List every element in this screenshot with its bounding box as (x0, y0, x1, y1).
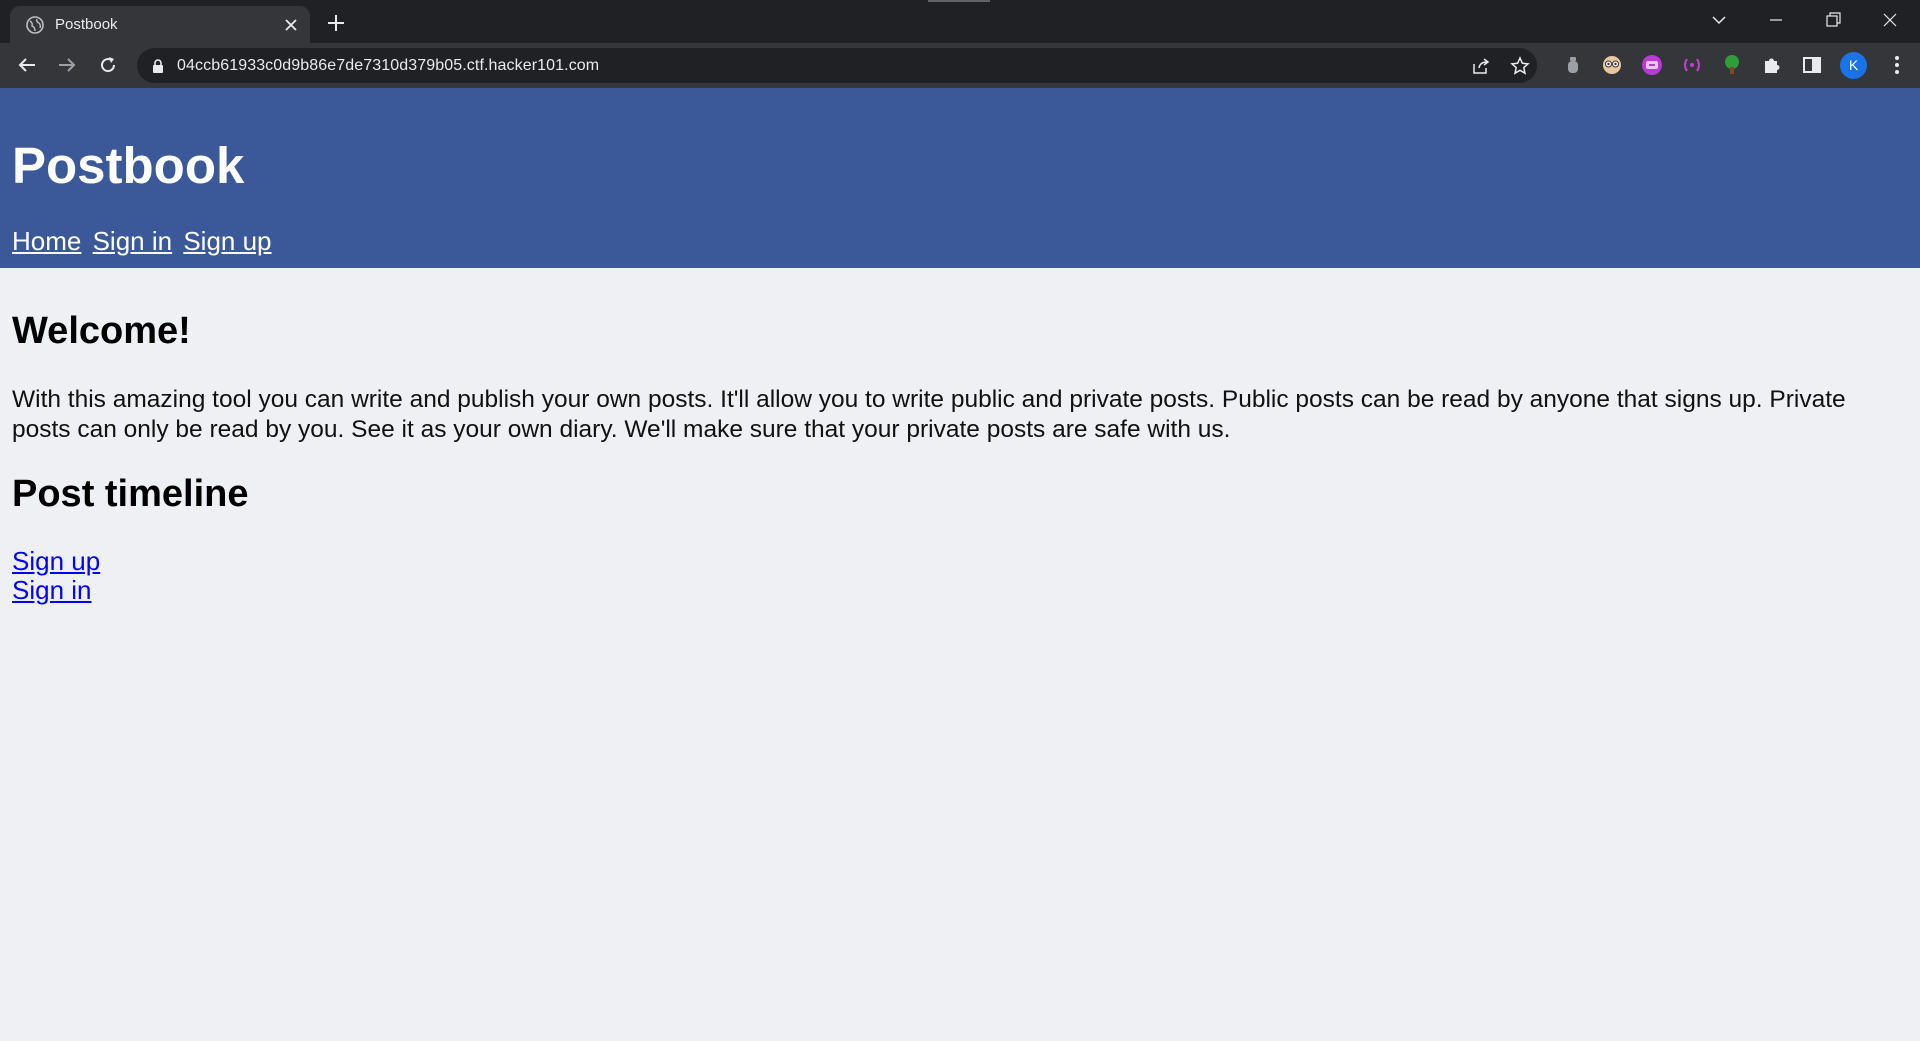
nav-sign-in-link[interactable]: Sign in (93, 226, 173, 256)
extension-tree-icon[interactable] (1721, 54, 1743, 76)
menu-icon[interactable] (1885, 53, 1909, 77)
globe-icon (26, 16, 44, 34)
welcome-heading: Welcome! (12, 310, 191, 352)
address-bar[interactable]: 04ccb61933c0d9b86e7de7310d379b05.ctf.hac… (137, 48, 1537, 83)
restore-icon[interactable] (1821, 8, 1845, 32)
timeline-sign-up-link[interactable]: Sign up (12, 547, 100, 576)
extension-bottle-icon[interactable] (1562, 54, 1584, 76)
tab-title: Postbook (55, 16, 118, 33)
minimize-icon[interactable] (1764, 8, 1788, 32)
nav-sign-up-link[interactable]: Sign up (183, 226, 271, 256)
extension-owl-icon[interactable] (1601, 54, 1623, 76)
extension-purple-icon[interactable] (1641, 54, 1663, 76)
close-icon[interactable] (282, 16, 300, 34)
browser-tab-bar: Postbook (0, 0, 1920, 43)
chevron-down-icon[interactable] (1707, 8, 1731, 32)
url-text[interactable]: 04ccb61933c0d9b86e7de7310d379b05.ctf.hac… (177, 57, 599, 75)
puzzle-icon[interactable] (1761, 54, 1783, 76)
site-title: Postbook (12, 137, 245, 194)
plus-icon[interactable] (324, 11, 348, 35)
lock-icon[interactable] (151, 58, 165, 74)
browser-toolbar: 04ccb61933c0d9b86e7de7310d379b05.ctf.hac… (0, 43, 1920, 88)
close-window-icon[interactable] (1878, 8, 1902, 32)
browser-tab-postbook[interactable]: Postbook (10, 6, 310, 43)
timeline-links: Sign up Sign in (12, 547, 100, 605)
reload-icon[interactable] (96, 53, 120, 77)
site-header: Postbook Home Sign in Sign up (0, 88, 1920, 268)
back-icon[interactable] (15, 53, 39, 77)
post-timeline-heading: Post timeline (12, 473, 249, 515)
timeline-sign-in-link[interactable]: Sign in (12, 576, 100, 605)
share-icon[interactable] (1471, 56, 1491, 76)
extension-signal-icon[interactable] (1681, 54, 1703, 76)
site-nav: Home Sign in Sign up (12, 226, 276, 257)
forward-icon[interactable] (55, 53, 79, 77)
profile-avatar[interactable]: K (1840, 52, 1867, 79)
intro-paragraph: With this amazing tool you can write and… (12, 386, 1846, 443)
tab-search-indicator (928, 0, 990, 2)
sidepanel-icon[interactable] (1801, 54, 1823, 76)
nav-home-link[interactable]: Home (12, 226, 81, 256)
star-icon[interactable] (1510, 56, 1530, 76)
